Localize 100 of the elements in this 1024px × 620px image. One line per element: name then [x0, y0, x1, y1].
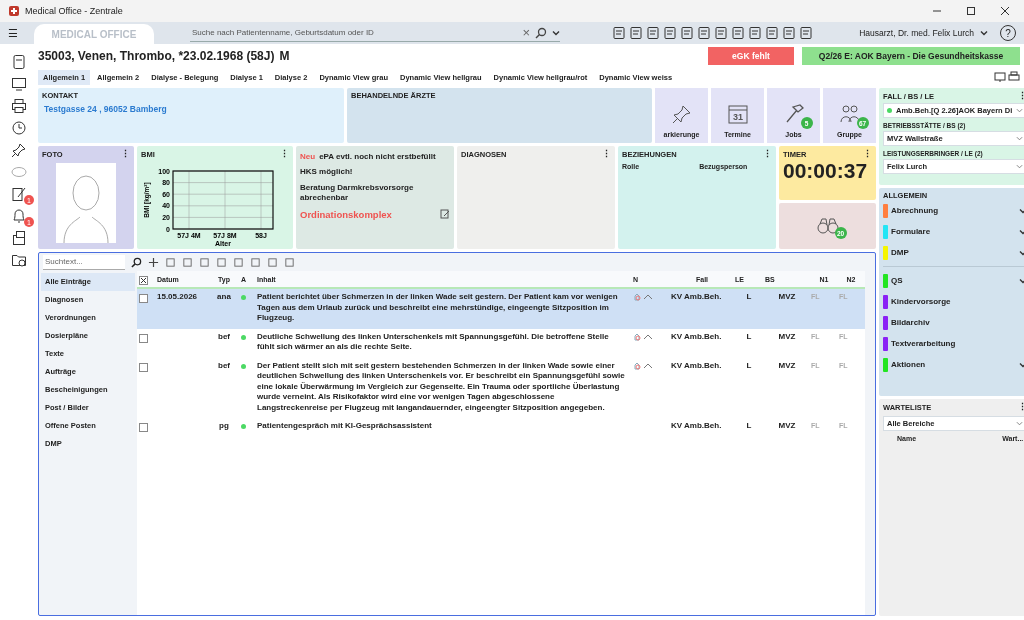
table-cell-text: L: [745, 360, 753, 372]
status-dot: [241, 295, 246, 300]
table-cell-text: L: [745, 331, 753, 343]
menu-item[interactable]: Kindervorsorge: [891, 297, 1024, 306]
chevron-icon[interactable]: [1019, 360, 1024, 369]
status-dot: [241, 334, 246, 340]
tablet-icon[interactable]: [11, 54, 27, 70]
table-cell-text: pg: [218, 421, 230, 432]
binoculars-icon: [816, 217, 839, 235]
journal-row[interactable]: [137, 289, 865, 329]
document-icon[interactable]: [731, 26, 745, 40]
checkbox[interactable]: [139, 333, 148, 343]
table-cell-text: Der Patient stellt sich mit seit gestern bestehenden Schmerzen in der linken Wade sowie einer deutlichen Schwellung des linken Unterschenkels vor. Er beschreibt ein Spannungsgefühl sowie eine lokale Überwärmung im Vergleich zur Gegenseite. Ein Trauma oder sportliche Überlastung wurde verneint. Als Risikofaktor wird eine vor wenigen Tagen abgeschlossene Langstreckenreise per Flugzeug mit langandauernder, eingeengter Sitzposition angegeben.: [257, 360, 626, 414]
patient-name: Venen, Thrombo: [77, 49, 172, 63]
checkbox[interactable]: [139, 294, 148, 303]
user-menu[interactable]: Hausarzt, Dr. med. Felix Lurch: [859, 28, 974, 38]
menu-item[interactable]: Bildarchiv: [891, 318, 1024, 327]
calendar-icon: 31: [726, 103, 749, 125]
caret-icon[interactable]: [980, 29, 988, 37]
menu-item[interactable]: Textverarbeitung: [891, 339, 1024, 348]
notice-text: Beratung Darmkrebsvorsorge abrechenbar: [300, 182, 415, 204]
document-icon[interactable]: [697, 26, 711, 40]
patient-sex: M: [279, 49, 290, 63]
printer-icon[interactable]: [11, 98, 27, 114]
document-icon[interactable]: [663, 26, 677, 40]
table-cell-text: bef: [217, 360, 231, 372]
caret-icon[interactable]: [552, 28, 560, 37]
table-cell-text: Patient berichtet über Schmerzen in der linken Wade seit gestern. Der Patient kam vor wenigen Tagen aus dem Urlaub zurück und beschreibt eine mehrstündige, eingeengte Sitzposition im Flugzeug.: [257, 292, 619, 324]
menu-item[interactable]: Abrechnung: [891, 206, 1017, 215]
printer-icon[interactable]: [1008, 71, 1020, 83]
more-button[interactable]: ⋮: [121, 149, 130, 159]
search-icon[interactable]: [131, 256, 142, 268]
notice-text: HKS möglich!: [300, 167, 354, 178]
status-dot: [241, 424, 246, 430]
more-button[interactable]: ⋮: [602, 149, 611, 159]
address-link[interactable]: Testgasse 24 , 96052 Bamberg: [42, 104, 340, 114]
menu-item[interactable]: Aktionen: [891, 360, 1017, 369]
logo: MEDICAL OFFICE: [34, 24, 154, 44]
monitor-icon[interactable]: [11, 76, 27, 92]
checkbox[interactable]: [139, 362, 148, 372]
table-cell-text: bef: [217, 331, 231, 343]
window-title: Medical Office - Zentrale: [25, 6, 123, 16]
table-cell-text: KV Amb.Beh.: [671, 360, 723, 372]
more-button[interactable]: ⋮: [280, 149, 289, 159]
document-icon[interactable]: [629, 26, 643, 40]
menu-item[interactable]: Formulare: [891, 227, 1017, 236]
bell-icon[interactable]: [11, 208, 27, 224]
patient-id: 35003,: [38, 49, 75, 63]
clear-button[interactable]: ×: [522, 25, 530, 40]
add-icon[interactable]: [148, 256, 159, 268]
table-cell-text: Deutliche Schwellung des linken Unterschenkels mit Spannungsgefühl. Die betroffene Stelle fühlt sich wärmer an als die rechte Seite.: [257, 331, 610, 353]
stack-icon[interactable]: [11, 230, 27, 246]
document-icon[interactable]: [714, 26, 728, 40]
monitor-icon[interactable]: [994, 71, 1006, 83]
menu-item[interactable]: QS: [891, 276, 1017, 285]
menu-button[interactable]: ☰: [8, 26, 28, 40]
patient-birthdate: , *23.02.1968 (58J): [171, 49, 275, 63]
timer-display: 00:00:37: [783, 159, 869, 183]
document-icon[interactable]: [748, 26, 762, 40]
document-icon[interactable]: [612, 26, 626, 40]
new-label: Neu: [300, 152, 316, 163]
chevron-icon[interactable]: [1019, 227, 1024, 236]
more-button[interactable]: ⋮: [863, 149, 872, 159]
pin-icon[interactable]: [11, 142, 27, 158]
maximize-icon[interactable]: [966, 6, 976, 16]
menu-item[interactable]: DMP: [891, 248, 1017, 257]
document-icon[interactable]: [646, 26, 660, 40]
insurance-button[interactable]: Q2/26 E: AOK Bayern - Die Gesundheitskasse: [802, 47, 1020, 65]
checkbox[interactable]: [139, 423, 148, 433]
document-icon[interactable]: [799, 26, 813, 40]
chevron-icon[interactable]: [1019, 276, 1024, 285]
table-cell-text: Patientengespräch mit KI-Gesprächsassistent: [257, 421, 433, 432]
form-icon[interactable]: [11, 186, 27, 202]
table-cell-text: KV Amb.Beh.: [671, 292, 723, 303]
document-icon[interactable]: [680, 26, 694, 40]
more-button[interactable]: ⋮: [763, 149, 772, 159]
document-icon[interactable]: [782, 26, 796, 40]
table-cell-text: 15.05.2026: [157, 292, 199, 303]
search-field[interactable]: Suchtext...: [43, 254, 125, 270]
app-logo-icon: [8, 5, 20, 17]
more-button[interactable]: ⋮: [1018, 402, 1024, 412]
notice-text: ePA evtl. noch nicht erstbefüllt: [319, 152, 436, 163]
chevron-icon[interactable]: [1019, 206, 1024, 215]
table-cell-text: ana: [216, 292, 232, 303]
table-cell-text: MVZ: [777, 360, 797, 372]
clock-icon[interactable]: [11, 120, 27, 136]
more-button[interactable]: ⋮: [1018, 91, 1024, 101]
folder-icon[interactable]: [11, 252, 27, 268]
search-icon[interactable]: [535, 26, 547, 39]
pin-icon: [670, 103, 693, 125]
search-field[interactable]: Suche nach Patientenname, Geburtsdatum oder ID ×: [190, 24, 560, 42]
close-icon[interactable]: [1000, 6, 1010, 16]
edit-icon[interactable]: [440, 209, 450, 220]
status-dot: [887, 108, 892, 113]
checkbox[interactable]: [139, 275, 148, 285]
table-cell-text: KV Amb.Beh.: [671, 421, 723, 432]
chevron-icon[interactable]: [1019, 248, 1024, 257]
status-dot: [241, 363, 246, 369]
table-cell-text: L: [745, 292, 753, 303]
document-icon[interactable]: [765, 26, 779, 40]
